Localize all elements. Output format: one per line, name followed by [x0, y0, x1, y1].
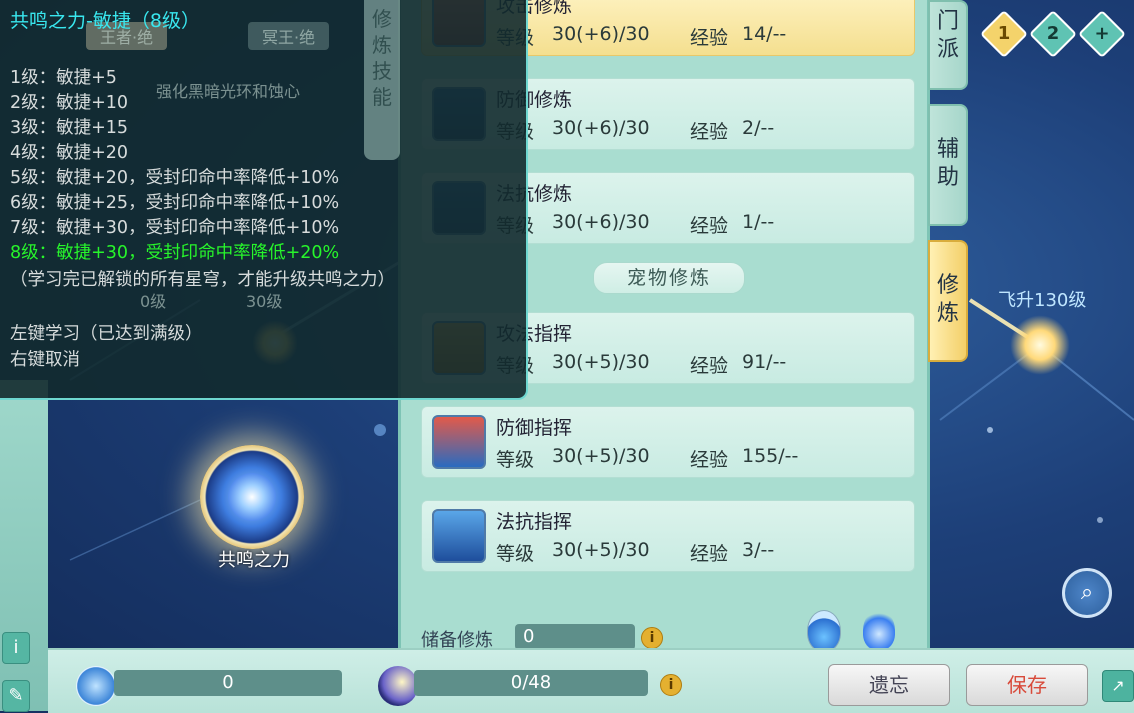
paw-shield-icon	[432, 415, 486, 469]
tab-cultivation[interactable]: 修炼	[928, 240, 968, 362]
points-orb-icon	[76, 666, 116, 706]
skill-tooltip: 王者·绝 冥王·绝 强化黑暗光环和蚀心 0级 30级 修炼技能 共鸣之力-敏捷（…	[0, 0, 528, 400]
points-value: 0	[114, 670, 342, 696]
level-line-5: 5级：敏捷+20，受封印命中率降低+10%	[10, 168, 340, 188]
level-line-3: 3级：敏捷+15	[10, 118, 129, 138]
tooltip-title: 共鸣之力-敏捷（8级）	[10, 10, 200, 32]
fly-level-label: 飞升130级	[998, 290, 1087, 311]
search-icon: ⌕	[1080, 580, 1094, 605]
search-button[interactable]: ⌕	[1062, 568, 1112, 618]
bg-tab-netherking: 冥王·绝	[248, 22, 330, 50]
bg-tick-30: 30级	[246, 292, 283, 311]
tab-cultivation-skills: 修炼技能	[364, 0, 400, 160]
level-line-4: 4级：敏捷+20	[10, 143, 129, 163]
level-line-2: 2级：敏捷+10	[10, 93, 129, 113]
level-line-6: 6级：敏捷+25，受封印命中率降低+10%	[10, 193, 340, 213]
fly-node[interactable]	[1010, 315, 1070, 375]
potion-icon[interactable]	[807, 610, 841, 652]
notes-icon[interactable]: ✎	[2, 680, 30, 712]
reserve-value: 0	[515, 624, 635, 650]
upgrade-arrow-icon[interactable]	[863, 610, 895, 650]
info-icon[interactable]: i	[2, 632, 30, 664]
tooltip-right-click-hint: 右键取消	[10, 350, 80, 370]
tab-sect[interactable]: 门派	[928, 0, 968, 90]
tooltip-level-list: 1级：敏捷+5 2级：敏捷+10 3级：敏捷+15 4级：敏捷+20 5级：敏捷…	[10, 66, 339, 266]
row-pet-defense[interactable]: 防御指挥 等级 30(+5)/30 经验 155/--	[421, 406, 915, 478]
reserve-info-icon[interactable]: i	[641, 627, 663, 649]
save-button[interactable]: 保存	[966, 664, 1088, 706]
progress-info-icon[interactable]: i	[660, 674, 682, 696]
left-strip: i ✎	[0, 380, 48, 712]
tooltip-left-click-hint: 左键学习（已达到满级）	[10, 324, 203, 344]
tooltip-note: （学习完已解锁的所有星穹，才能升级共鸣之力）	[10, 270, 395, 290]
progress-value: 0/48	[414, 670, 648, 696]
bottom-bar: 0 0/48 i 遗忘 保存	[48, 648, 1134, 713]
resonance-core-icon	[228, 473, 276, 521]
level-line-1: 1级：敏捷+5	[10, 68, 117, 88]
bg-tick-0: 0级	[140, 292, 167, 311]
level-line-8-current: 8级：敏捷+30，受封印命中率降低+20%	[10, 243, 340, 263]
level-line-7: 7级：敏捷+30，受封印命中率降低+10%	[10, 218, 340, 238]
resonance-label: 共鸣之力	[218, 550, 290, 571]
paw-magic-icon	[432, 509, 486, 563]
tab-assist[interactable]: 辅助	[928, 104, 968, 226]
forget-button[interactable]: 遗忘	[828, 664, 950, 706]
pet-cultivation-header: 宠物修炼	[593, 262, 745, 294]
share-icon[interactable]: ↗	[1102, 670, 1134, 702]
moon-orb-icon	[378, 666, 418, 706]
row-pet-resist[interactable]: 法抗指挥 等级 30(+5)/30 经验 3/--	[421, 500, 915, 572]
resonance-node[interactable]	[200, 445, 304, 549]
